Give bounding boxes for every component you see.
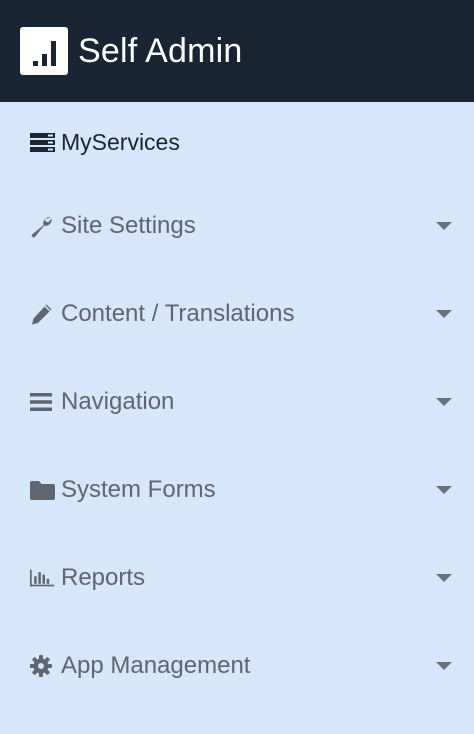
sidebar-item-label: MyServices (61, 128, 180, 155)
sidebar-item-label: App Management (61, 652, 251, 679)
chevron-down-icon[interactable] (436, 662, 452, 670)
chevron-down-icon[interactable] (436, 486, 452, 494)
bar-chart-logo-icon[interactable] (20, 27, 68, 75)
pencil-icon (30, 302, 55, 326)
chevron-down-icon[interactable] (436, 222, 452, 230)
sidebar-item-label: Reports (61, 564, 146, 591)
sidebar-item-app-management[interactable]: App Management (0, 622, 474, 710)
sidebar-item-navigation[interactable]: Navigation (0, 358, 474, 446)
sidebar-item-label: Content / Translations (61, 300, 295, 327)
folder-icon (30, 478, 55, 502)
sidebar-item-site-settings[interactable]: Site Settings (0, 182, 474, 270)
sidebar-item-label: Navigation (61, 388, 175, 415)
wrench-icon (30, 214, 55, 238)
bar-chart-icon (30, 566, 55, 590)
sidebar-item-system-forms[interactable]: System Forms (0, 446, 474, 534)
app-header: Self Admin (0, 0, 474, 102)
sidebar-item-label: Site Settings (61, 212, 196, 239)
chevron-down-icon[interactable] (436, 310, 452, 318)
sidebar-item-reports[interactable]: Reports (0, 534, 474, 622)
chevron-down-icon[interactable] (436, 398, 452, 406)
chevron-down-icon[interactable] (436, 574, 452, 582)
bars-icon (30, 390, 55, 414)
server-icon (30, 130, 55, 154)
sidebar-item-label: System Forms (61, 476, 216, 503)
gear-icon (30, 654, 55, 678)
app-title[interactable]: Self Admin (78, 32, 243, 71)
sidebar-menu: MyServices Site Settings Content / Trans… (0, 102, 474, 710)
sidebar-item-content-translations[interactable]: Content / Translations (0, 270, 474, 358)
sidebar-item-myservices[interactable]: MyServices (0, 102, 474, 182)
